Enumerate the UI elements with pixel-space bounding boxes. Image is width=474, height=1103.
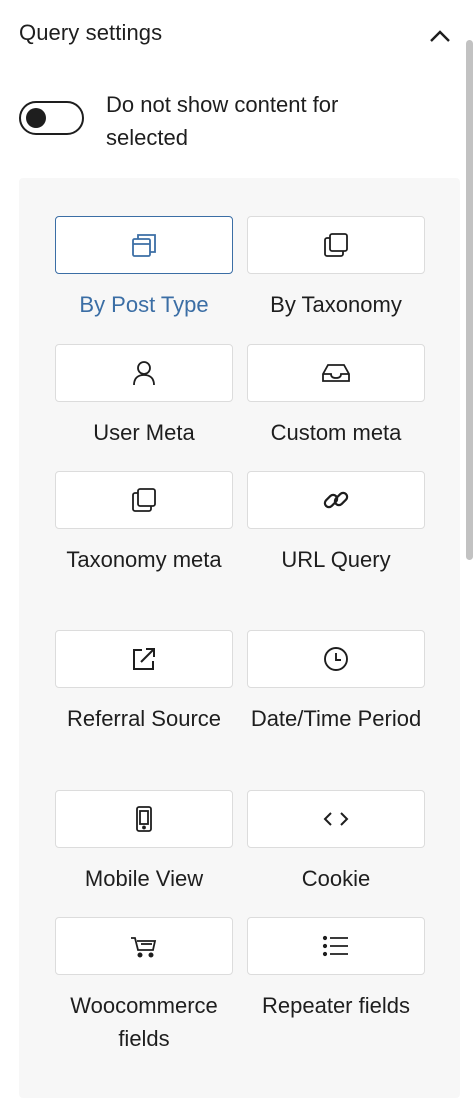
link-icon: [321, 485, 351, 515]
cart-icon: [128, 931, 160, 961]
option-tile: [247, 630, 425, 688]
option-date-time-period[interactable]: Date/Time Period: [247, 630, 425, 735]
option-user-meta[interactable]: User Meta: [55, 344, 233, 449]
copy-icon: [321, 230, 351, 260]
option-custom-meta[interactable]: Custom meta: [247, 344, 425, 449]
option-repeater-fields[interactable]: Repeater fields: [247, 917, 425, 1022]
toggle-label: Do not show content for selected: [106, 92, 339, 150]
scrollbar-thumb[interactable]: [466, 40, 473, 560]
user-icon: [129, 358, 159, 388]
option-by-post-type[interactable]: By Post Type: [55, 216, 233, 321]
option-tile: [247, 344, 425, 402]
option-label: Custom meta: [270, 420, 402, 445]
option-label: Referral Source: [66, 706, 222, 731]
option-label: Mobile View: [84, 866, 204, 891]
list-icon: [320, 931, 352, 961]
copy-icon: [129, 485, 159, 515]
option-tile: [55, 471, 233, 529]
option-label: Cookie: [301, 866, 371, 891]
option-url-query[interactable]: URL Query: [247, 471, 425, 576]
option-woocommerce-fields[interactable]: Woocommerce fields: [55, 917, 233, 1055]
option-label: Taxonomy meta: [66, 547, 222, 572]
panel-title: Query settings: [19, 20, 163, 45]
option-label: Date/Time Period: [250, 706, 422, 731]
option-label: Woocommerce fields: [70, 993, 218, 1051]
option-tile: [55, 344, 233, 402]
option-label: By Post Type: [79, 292, 209, 317]
option-taxonomy-meta[interactable]: Taxonomy meta: [55, 471, 233, 576]
inbox-icon: [319, 358, 353, 388]
mobile-icon: [129, 804, 159, 834]
option-tile: [55, 917, 233, 975]
option-tile: [247, 917, 425, 975]
option-label: URL Query: [281, 547, 391, 572]
option-label: User Meta: [93, 420, 195, 445]
hide-content-toggle-row: Do not show content for selected: [19, 88, 459, 158]
code-icon: [321, 804, 351, 834]
option-mobile-view[interactable]: Mobile View: [55, 790, 233, 895]
option-label: Repeater fields: [262, 993, 410, 1018]
option-tile: [247, 471, 425, 529]
hide-content-toggle[interactable]: [19, 101, 84, 135]
option-tile: [247, 216, 425, 274]
clock-icon: [321, 644, 351, 674]
option-tile: [55, 790, 233, 848]
external-link-icon: [129, 644, 159, 674]
panel-header[interactable]: Query settings: [0, 0, 474, 72]
option-referral-source[interactable]: Referral Source: [55, 630, 233, 735]
option-by-taxonomy[interactable]: By Taxonomy: [247, 216, 425, 321]
option-cookie[interactable]: Cookie: [247, 790, 425, 895]
condition-options-grid: By Post Type By Taxonomy User Meta Custo…: [19, 178, 460, 1098]
option-tile: [55, 630, 233, 688]
toggle-knob: [26, 108, 46, 128]
windows-icon: [129, 230, 159, 260]
option-tile: [247, 790, 425, 848]
chevron-up-icon: [429, 29, 451, 43]
collapse-button[interactable]: [422, 18, 458, 54]
option-tile: [55, 216, 233, 274]
option-label: By Taxonomy: [270, 292, 402, 317]
